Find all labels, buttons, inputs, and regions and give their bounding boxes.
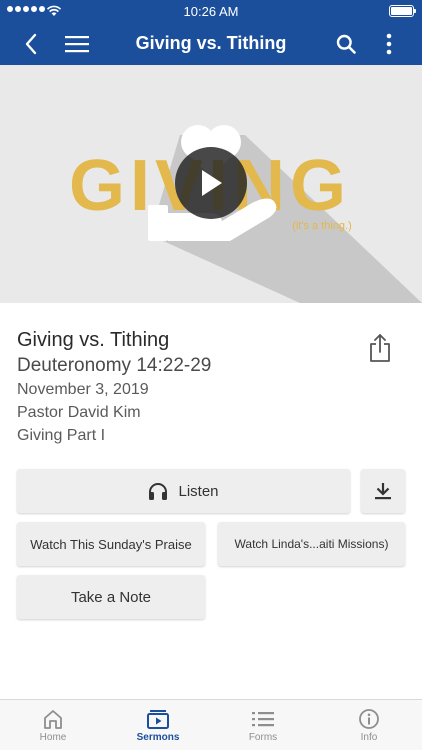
scripture-passage: Deuteronomy 14:22-29 (17, 355, 212, 376)
watch-missions-button[interactable]: Watch Linda's...aiti Missions) (218, 522, 405, 566)
status-time: 10:26 AM (183, 4, 239, 19)
play-icon (202, 170, 222, 196)
take-note-label: Take a Note (70, 588, 152, 606)
search-icon (336, 34, 356, 54)
status-bar: 10:26 AM (0, 0, 422, 22)
tab-info-label: Info (360, 732, 378, 743)
share-button[interactable] (366, 333, 394, 363)
sermon-date: November 3, 2019 (17, 381, 149, 398)
home-icon (44, 710, 62, 729)
sermon-series: Giving Part I (17, 427, 106, 444)
download-button[interactable] (361, 469, 405, 513)
play-button[interactable] (175, 147, 247, 219)
svg-text:(it's a thing.): (it's a thing.) (292, 220, 352, 232)
sermon-speaker: Pastor David Kim (17, 404, 141, 421)
tab-sermons[interactable]: Sermons (118, 700, 198, 750)
sermon-video-thumbnail[interactable]: GIVING (it's a thing.) (0, 65, 422, 303)
navigation-bar: Giving vs. Tithing (0, 22, 422, 65)
sermons-icon (147, 710, 169, 729)
list-icon (252, 712, 274, 727)
share-icon (370, 334, 390, 362)
listen-button[interactable]: Listen (17, 469, 350, 513)
battery-icon (389, 5, 416, 17)
watch-praise-label: Watch This Sunday's Praise (30, 536, 192, 552)
headphones-icon (149, 483, 168, 500)
download-icon (375, 483, 391, 500)
more-vertical-icon (386, 33, 392, 54)
tab-forms[interactable]: Forms (223, 700, 303, 750)
sermon-title: Giving vs. Tithing (17, 329, 170, 351)
tab-home-label: Home (39, 732, 67, 743)
watch-missions-label: Watch Linda's...aiti Missions) (234, 537, 389, 551)
tab-info[interactable]: Info (329, 700, 409, 750)
more-options-button[interactable] (378, 22, 400, 65)
tab-home[interactable]: Home (13, 700, 93, 750)
search-button[interactable] (332, 22, 360, 65)
tab-sermons-label: Sermons (136, 732, 180, 743)
take-note-button[interactable]: Take a Note (17, 575, 205, 619)
listen-label: Listen (178, 482, 219, 500)
watch-praise-button[interactable]: Watch This Sunday's Praise (17, 522, 205, 566)
tab-forms-label: Forms (248, 732, 278, 743)
info-icon (359, 709, 379, 729)
sermon-details: Giving vs. Tithing Deuteronomy 14:22-29 … (17, 328, 357, 447)
tab-bar: Home Sermons Forms Info (0, 699, 422, 750)
